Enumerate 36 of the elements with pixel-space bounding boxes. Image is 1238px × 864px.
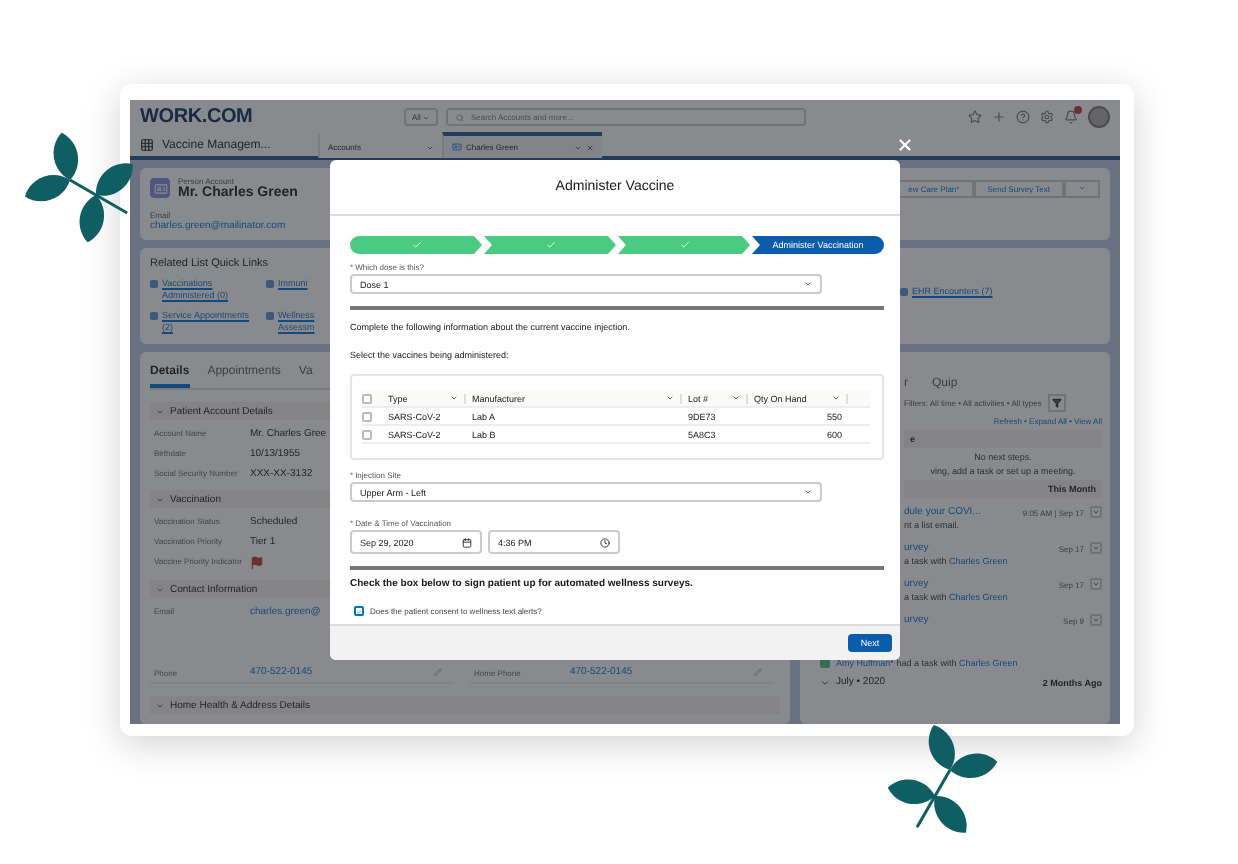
settings-icon[interactable] bbox=[1040, 110, 1054, 124]
more-actions-button[interactable] bbox=[1064, 179, 1100, 197]
plus-icon[interactable] bbox=[992, 110, 1006, 124]
flag-icon bbox=[250, 556, 264, 570]
item-menu-button[interactable] bbox=[1090, 578, 1102, 590]
star-icon[interactable] bbox=[968, 110, 982, 124]
app-launcher-icon[interactable] bbox=[140, 138, 154, 152]
item-menu-button[interactable] bbox=[1090, 506, 1102, 518]
notifications-icon[interactable] bbox=[1064, 110, 1078, 124]
path-step[interactable] bbox=[618, 236, 750, 254]
list-icon bbox=[266, 311, 274, 320]
consent-checkbox[interactable] bbox=[354, 606, 364, 616]
list-icon bbox=[900, 288, 908, 296]
check-icon bbox=[545, 240, 555, 250]
select-all-checkbox[interactable] bbox=[362, 393, 372, 403]
path-step[interactable] bbox=[350, 236, 482, 254]
person-account-icon bbox=[150, 178, 170, 198]
help-icon[interactable] bbox=[1016, 110, 1030, 124]
calendar-icon bbox=[462, 537, 472, 547]
row-checkbox[interactable] bbox=[362, 429, 372, 439]
path-step[interactable] bbox=[484, 236, 616, 254]
row-checkbox[interactable] bbox=[362, 411, 372, 421]
list-icon bbox=[150, 311, 158, 320]
item-menu-button[interactable] bbox=[1090, 542, 1102, 554]
close-button[interactable] bbox=[896, 136, 914, 154]
logo: WORK.COM bbox=[140, 106, 255, 128]
check-icon bbox=[679, 240, 689, 250]
check-icon bbox=[411, 240, 421, 250]
list-icon bbox=[266, 280, 274, 288]
chevron-down-icon[interactable] bbox=[820, 677, 830, 687]
id-card-icon bbox=[452, 142, 462, 152]
clock-icon bbox=[600, 537, 610, 547]
avatar[interactable] bbox=[1088, 106, 1110, 128]
filter-button[interactable] bbox=[1047, 394, 1066, 412]
list-icon bbox=[150, 280, 158, 288]
item-menu-button[interactable] bbox=[1090, 614, 1102, 626]
